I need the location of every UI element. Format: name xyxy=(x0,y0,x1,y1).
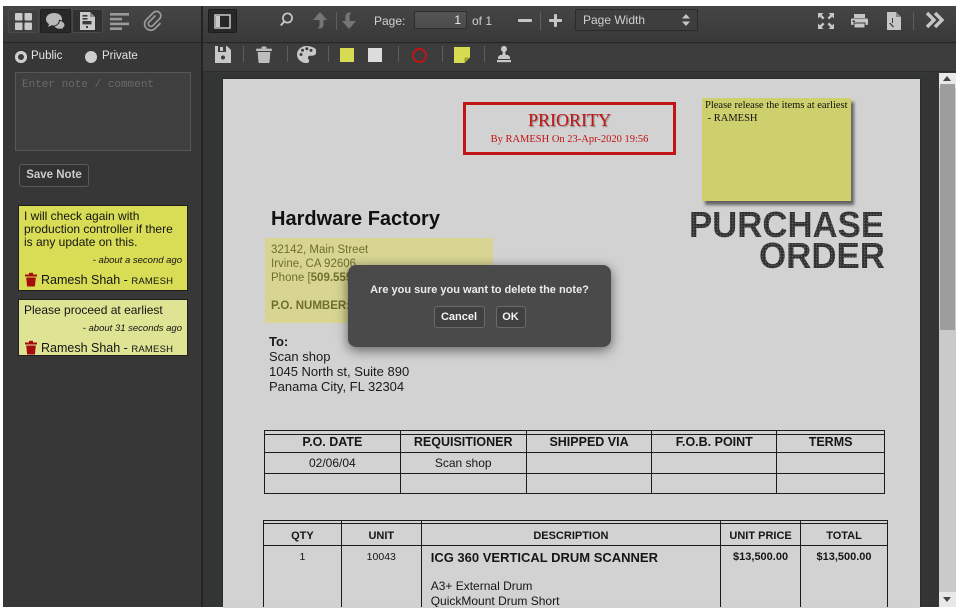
svg-text:ORDER: ORDER xyxy=(759,235,885,275)
